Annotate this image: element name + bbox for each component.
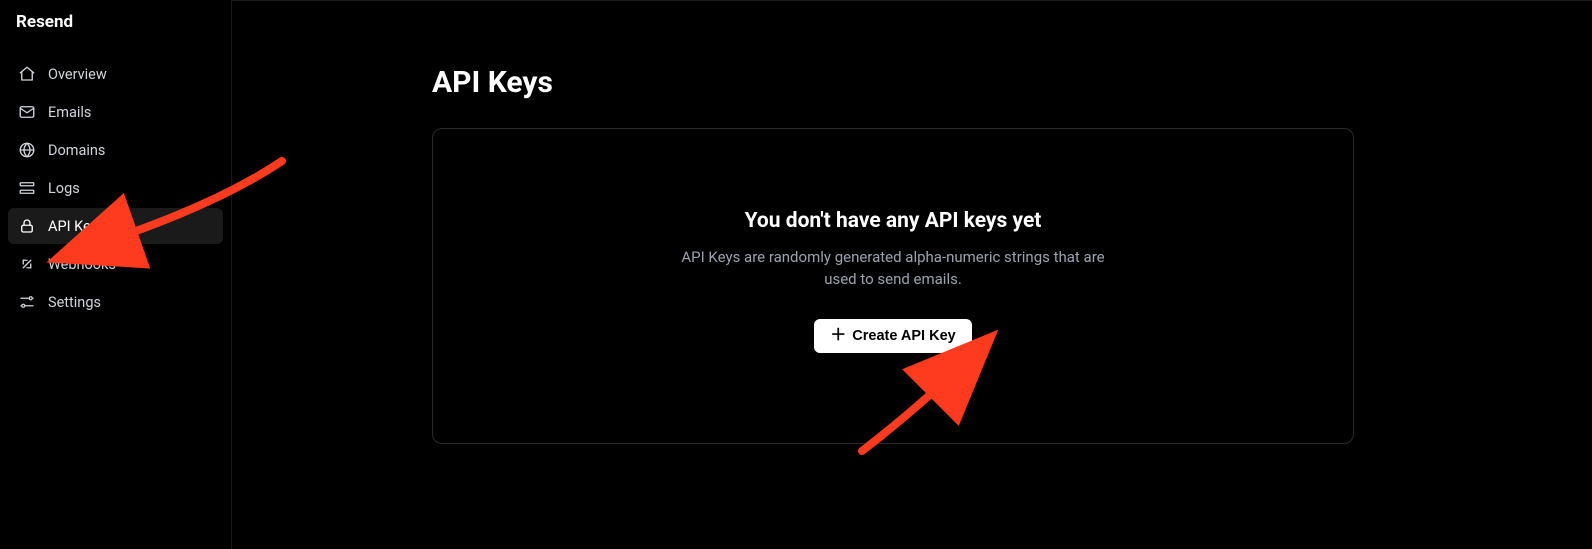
- empty-state-title: You don't have any API keys yet: [745, 209, 1042, 233]
- empty-state-card: You don't have any API keys yet API Keys…: [432, 128, 1354, 444]
- webhooks-icon: [18, 255, 36, 273]
- lock-icon: [18, 217, 36, 235]
- sidebar-item-label: Overview: [48, 66, 107, 83]
- sidebar-item-settings[interactable]: Settings: [8, 284, 223, 320]
- logs-icon: [18, 179, 36, 197]
- mail-icon: [18, 103, 36, 121]
- sidebar-nav: Overview Emails Domains Logs API Keys: [0, 56, 231, 320]
- house-icon: [18, 65, 36, 83]
- sliders-icon: [18, 293, 36, 311]
- sidebar-item-domains[interactable]: Domains: [8, 132, 223, 168]
- sidebar: Resend Overview Emails Domains Logs: [0, 0, 232, 549]
- sidebar-item-label: Emails: [48, 104, 91, 121]
- sidebar-item-emails[interactable]: Emails: [8, 94, 223, 130]
- create-button-label: Create API Key: [852, 328, 955, 344]
- brand-logo: Resend: [0, 8, 231, 56]
- sidebar-item-label: Logs: [48, 180, 80, 197]
- sidebar-item-overview[interactable]: Overview: [8, 56, 223, 92]
- content-wrap: API Keys You don't have any API keys yet…: [432, 65, 1392, 444]
- main-content: API Keys You don't have any API keys yet…: [232, 0, 1592, 549]
- page-title: API Keys: [432, 65, 1354, 100]
- sidebar-item-webhooks[interactable]: Webhooks: [8, 246, 223, 282]
- create-api-key-button[interactable]: ＋ Create API Key: [814, 319, 971, 353]
- sidebar-item-api-keys[interactable]: API Keys: [8, 208, 223, 244]
- empty-state-description: API Keys are randomly generated alpha-nu…: [678, 247, 1108, 291]
- sidebar-item-logs[interactable]: Logs: [8, 170, 223, 206]
- sidebar-item-label: API Keys: [48, 218, 105, 235]
- sidebar-item-label: Webhooks: [48, 256, 116, 273]
- globe-icon: [18, 141, 36, 159]
- sidebar-item-label: Settings: [48, 294, 101, 311]
- plus-icon: ＋: [830, 328, 846, 344]
- sidebar-item-label: Domains: [48, 142, 105, 159]
